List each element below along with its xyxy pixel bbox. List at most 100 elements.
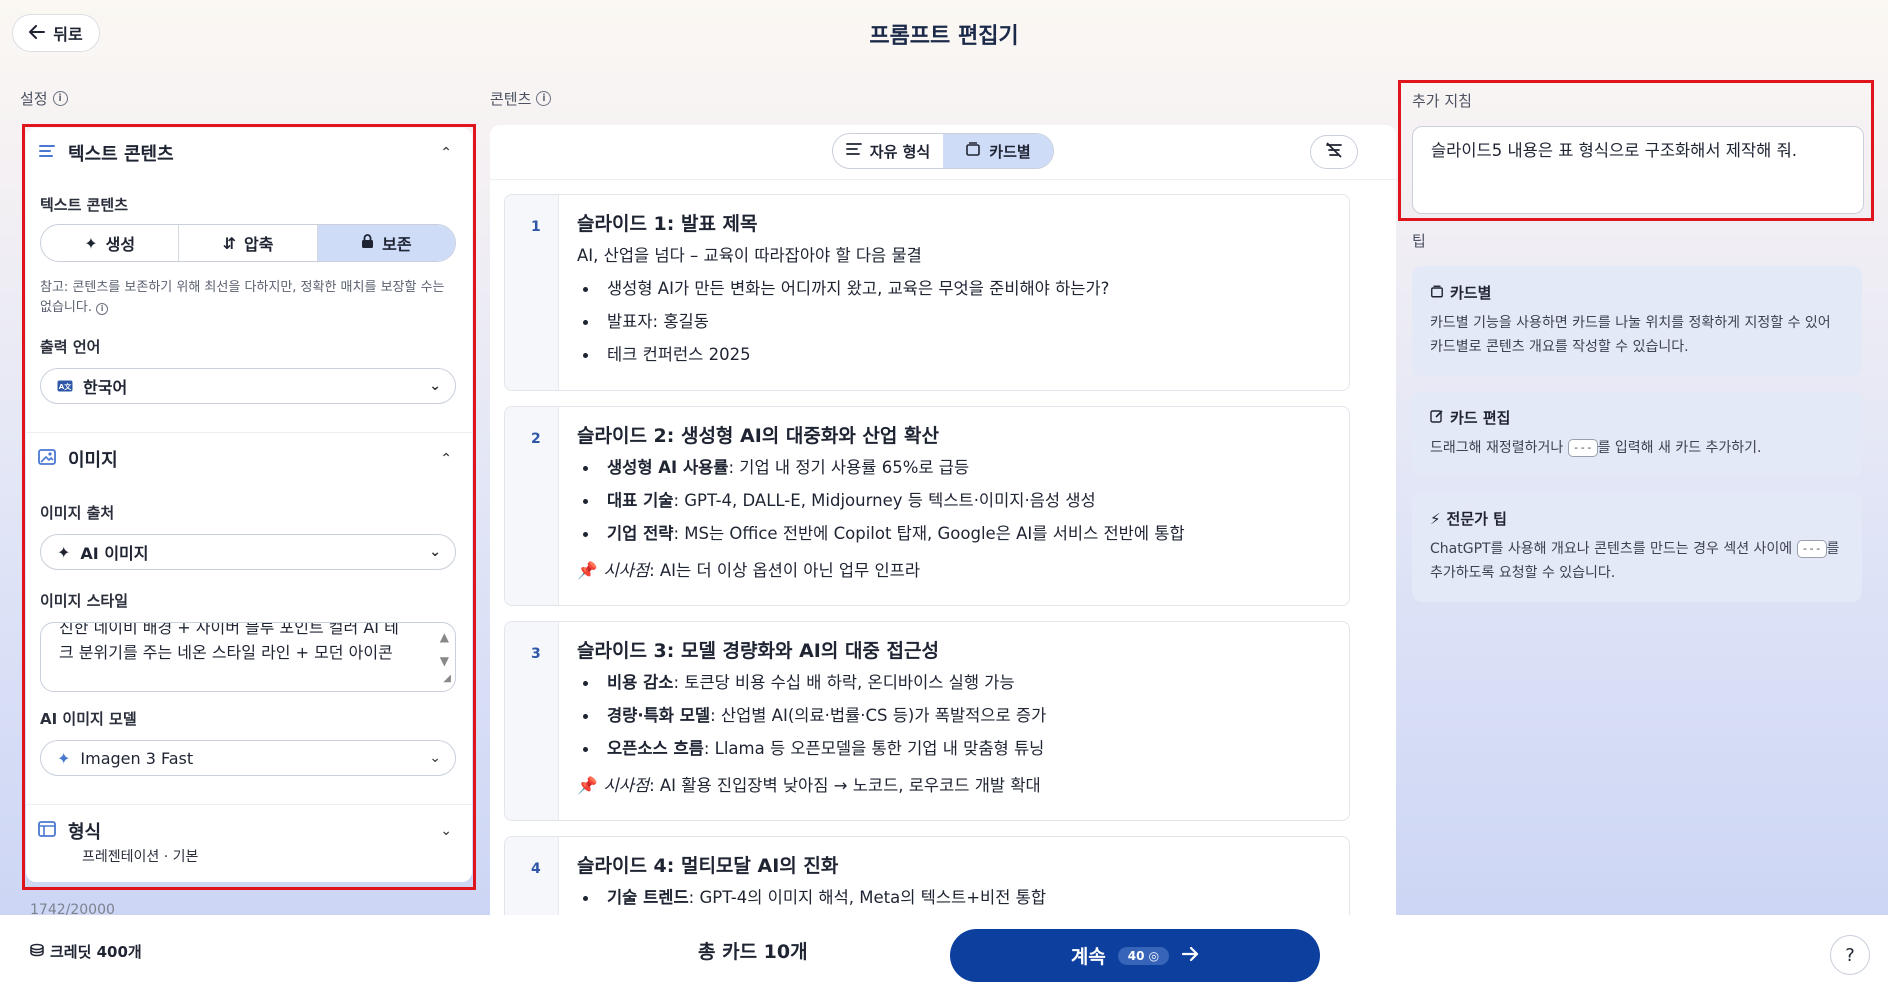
chevron-up-icon[interactable]: ⌃ [440,145,452,161]
info-icon[interactable]: i [96,303,109,315]
divider [490,179,1396,180]
continue-button[interactable]: 계속 40 ◎ [950,929,1320,982]
chevron-down-icon[interactable]: ⌄ [440,823,452,839]
arrow-right-icon [1181,945,1199,967]
tip-text: 드래그해 재정렬하거나 --- 를 입력해 새 카드 추가하기. [1430,439,1762,457]
edit-icon [1430,409,1444,427]
preserve-option[interactable]: 보존 [317,225,455,261]
card-bullet: 생성형 AI가 만든 변화는 어디까지 왔고, 교육은 무엇을 준비해야 하는가… [577,272,1339,305]
sparkle-icon: ✦ [57,542,71,562]
format-subtitle: 프레젠테이션 · 기본 [82,849,199,865]
format-section-header[interactable]: 형식 ⌄ [38,818,460,844]
total-cards: 총 카드 10개 [698,941,808,963]
tip-title: 카드 편집 [1430,407,1844,428]
ai-image-model-value: Imagen 3 Fast [80,748,194,768]
pushpin-icon: 📌 [577,776,598,795]
compress-icon: ⇵ [222,233,236,253]
image-style-value: 진한 네이비 배경 + 사이버 블루 포인트 컬러 AI 테크 분위기를 주는 … [59,622,399,662]
tip-card: ⚡ 전문가 팁 ChatGPT를 사용해 개요나 콘텐츠를 만드는 경우 섹션 … [1412,492,1862,602]
card-insight: 📌 시사점: AI 활용 진입장벽 낮아짐 → 노코드, 로우코드 개발 확대 [577,776,1041,795]
image-icon [38,449,56,469]
content-panel: 자유 형식 카드별 1 슬라이드 1: 발표 제목 AI, 산업을 넘다 – 교… [490,125,1396,946]
extra-instructions-label: 추가 지침 [1412,92,1472,110]
page-title: 프롬프트 편집기 [869,24,1019,49]
pushpin-icon: 📌 [577,561,598,580]
card-number[interactable]: 1 [505,195,559,390]
tip-text: 카드별 기능을 사용하면 카드를 나눌 위치를 정확하게 지정할 수 있어 카드… [1430,315,1831,355]
settings-panel: 텍스트 콘텐츠 ⌃ 텍스트 콘텐츠 ✦ 생성 ⇵ 압축 보존 참고: 콘텐츠를 보존… [26,128,472,882]
freeform-tab[interactable]: 자유 형식 [833,134,943,168]
scroll-up-icon[interactable]: ▲ [440,625,449,650]
coins-icon [28,943,44,961]
hide-formatting-button[interactable] [1310,135,1358,169]
tips-label: 팁 [1412,232,1426,250]
card-insight: 📌 시사점: AI는 더 이상 옵션이 아닌 업무 인프라 [577,561,921,580]
text-mode-segmented-control: ✦ 생성 ⇵ 압축 보존 [40,224,456,262]
card-bullet: 대표 기술: GPT-4, DALL-E, Midjourney 등 텍스트·이… [577,484,1339,517]
info-icon[interactable]: i [52,91,68,106]
image-source-label: 이미지 출처 [40,504,115,522]
text-lines-icon [845,142,862,160]
text-content-section-header[interactable]: 텍스트 콘텐츠 ⌃ [38,140,460,166]
cards-icon [965,142,981,160]
format-title: 형식 [68,822,102,843]
text-strike-icon [1324,142,1344,162]
resize-handle-icon[interactable]: ◢ [443,666,451,691]
card-bullet: 오픈소스 흐름: Llama 등 오픈모델을 통한 기업 내 맞춤형 튜닝 [577,732,1339,765]
cards-icon [1430,284,1444,302]
image-title: 이미지 [68,450,118,471]
card-by-card-tab[interactable]: 카드별 [943,134,1053,168]
divider [26,804,472,805]
gemini-star-icon: ✦ [57,748,71,768]
chevron-down-icon: ⌄ [429,750,441,766]
ai-image-model-select[interactable]: ✦ Imagen 3 Fast ⌄ [40,740,456,776]
output-language-value: 한국어 [83,378,128,397]
content-card[interactable]: 2 슬라이드 2: 생성형 AI의 대중화와 산업 확산 생성형 AI 사용률:… [504,406,1350,606]
info-icon[interactable]: i [536,91,552,106]
image-style-textarea[interactable]: 진한 네이비 배경 + 사이버 블루 포인트 컬러 AI 테크 분위기를 주는 … [40,622,456,692]
condense-option[interactable]: ⇵ 압축 [179,225,318,261]
preserve-note: 참고: 콘텐츠를 보존하기 위해 최선을 다하지만, 정확한 매치를 보장할 수… [40,280,445,315]
card-number[interactable]: 3 [505,622,559,820]
ai-image-model-label: AI 이미지 모델 [40,710,137,728]
card-subtitle: AI, 산업을 넘다 – 교육이 따라잡아야 할 다음 물결 [577,246,922,265]
extra-instructions-input[interactable]: 슬라이드5 내용은 표 형식으로 구조화해서 제작해 줘. [1412,126,1864,214]
card-title: 슬라이드 2: 생성형 AI의 대중화와 산업 확산 [577,425,939,447]
footer: 크레딧 400개 총 카드 10개 계속 40 ◎ ? [0,915,1888,985]
card-number[interactable]: 2 [505,407,559,605]
language-icon: A文 [57,377,73,396]
view-mode-toggle: 자유 형식 카드별 [832,133,1054,169]
separator-kbd: --- [1796,540,1827,558]
generate-option[interactable]: ✦ 생성 [41,225,180,261]
tip-card: 카드별 카드별 기능을 사용하면 카드를 나눌 위치를 정확하게 지정할 수 있… [1412,266,1862,376]
chevron-down-icon: ⌄ [429,544,441,560]
content-card[interactable]: 1 슬라이드 1: 발표 제목 AI, 산업을 넘다 – 교육이 따라잡아야 할… [504,194,1350,391]
tip-title: 카드별 [1430,282,1844,303]
card-bullet: 기술 트렌드: GPT-4의 이미지 해석, Meta의 텍스트+비전 통합 [577,881,1339,914]
text-content-title: 텍스트 콘텐츠 [68,144,174,165]
chevron-up-icon[interactable]: ⌃ [440,451,452,467]
credits-indicator[interactable]: 크레딧 400개 [28,941,142,962]
text-lines-icon [38,143,56,163]
card-bullet: 경량·특화 모델: 산업별 AI(의료·법률·CS 등)가 폭발적으로 증가 [577,699,1339,732]
image-style-label: 이미지 스타일 [40,592,129,610]
output-language-select[interactable]: A文 한국어 ⌄ [40,368,456,404]
header: 뒤로 프롬프트 편집기 [0,0,1888,70]
help-button[interactable]: ? [1830,935,1870,975]
content-card[interactable]: 3 슬라이드 3: 모델 경량화와 AI의 대중 접근성 비용 감소: 토큰당 … [504,621,1350,821]
card-bullet: 테크 컨퍼런스 2025 [577,338,1339,371]
layout-icon [38,821,56,841]
text-content-field-label: 텍스트 콘텐츠 [40,196,129,214]
image-source-select[interactable]: ✦ AI 이미지 ⌄ [40,534,456,570]
card-bullet: 발표자: 홍길동 [577,305,1339,338]
card-title: 슬라이드 4: 멀티모달 AI의 진화 [577,855,839,877]
card-title: 슬라이드 1: 발표 제목 [577,213,758,235]
divider [26,432,472,433]
sparkle-icon: ✦ [84,233,98,253]
image-section-header[interactable]: 이미지 ⌃ [38,446,460,472]
chevron-down-icon: ⌄ [429,378,441,394]
settings-label: 설정 i [20,88,68,109]
card-bullet: 기업 전략: MS는 Office 전반에 Copilot 탑재, Google… [577,517,1339,550]
card-bullet: 비용 감소: 토큰당 비용 수십 배 하락, 온디바이스 실행 가능 [577,666,1339,699]
lock-icon [361,233,374,253]
